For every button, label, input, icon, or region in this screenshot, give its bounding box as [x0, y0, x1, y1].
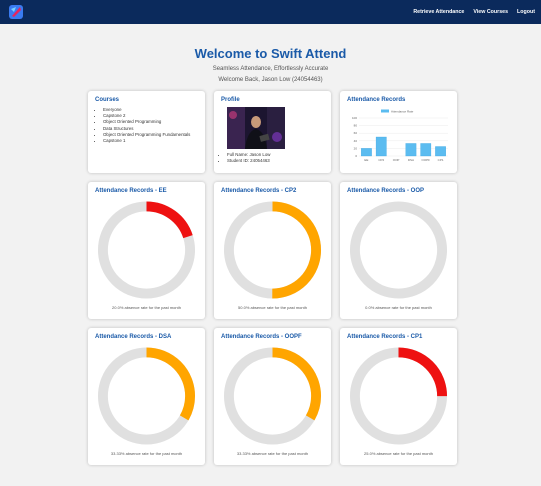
page-subtitle: Seamless Attendance, Effortlessly Accura…: [212, 66, 329, 72]
donut-title: Attendance Records - OOP: [347, 188, 425, 194]
donut-card-dsa: Attendance Records - DSA 33.33% absence …: [88, 328, 205, 465]
x-tick-label: DSA: [408, 158, 414, 162]
x-tick-label: OOPF: [421, 158, 430, 162]
donut-card-oop: Attendance Records - OOP 0.0% absence ra…: [340, 182, 457, 319]
x-tick-label: CP2: [378, 158, 384, 162]
donut-title: Attendance Records - CP1: [347, 334, 423, 340]
donut-chart-cp2: [223, 201, 322, 299]
navbar: Retrieve Attendance View Courses Logout: [0, 0, 541, 24]
donut-caption: 33.33% absence rate for the past month: [110, 451, 183, 456]
dashboard-grid: Courses Everyone Capstone 2 Object Orien…: [88, 91, 457, 465]
swift-attend-logo[interactable]: [8, 4, 24, 20]
donut-title: Attendance Records - CP2: [221, 188, 297, 194]
y-tick-label: 40: [354, 139, 358, 143]
bar-cp2: [375, 136, 387, 157]
x-tick-label: CP1: [438, 158, 444, 162]
x-tick-label: EE: [364, 158, 368, 162]
donut-chart-ee: [97, 201, 196, 299]
donut-caption: 25.0% absence rate for the past month: [364, 451, 433, 456]
page-title: Welcome to Swift Attend: [194, 46, 347, 61]
donut-title: Attendance Records - OOPF: [221, 334, 302, 340]
x-tick-label: OOP: [393, 158, 400, 162]
legend-label: Attendance Rate: [391, 109, 414, 113]
profile-student-id: Student ID: 24054463: [227, 158, 324, 164]
donut-card-ee: Attendance Records - EE 20.0% absence ra…: [88, 182, 205, 319]
profile-photo: [227, 107, 285, 149]
donut-track: [349, 201, 448, 299]
nav-logout[interactable]: Logout: [517, 9, 535, 15]
hero: Welcome to Swift Attend Seamless Attenda…: [0, 46, 541, 83]
donut-caption: 0.0% absence rate for the past month: [365, 305, 432, 310]
bar-dsa: [405, 143, 417, 157]
courses-card: Courses Everyone Capstone 2 Object Orien…: [88, 91, 205, 173]
donut-caption: 50.0% absence rate for the past month: [238, 305, 307, 310]
course-list: Everyone Capstone 2 Object Oriented Prog…: [95, 107, 198, 144]
donut-card-oopf: Attendance Records - OOPF 33.33% absence…: [214, 328, 331, 465]
nav-retrieve-attendance[interactable]: Retrieve Attendance: [413, 9, 464, 15]
welcome-message: Welcome Back, Jason Low (24054463): [218, 77, 323, 83]
y-tick-label: 80: [354, 124, 358, 128]
attendance-bar-chart: Attendance Rate 0 20 40 60 80 100 EE CP2 OOP DSA OO…: [352, 109, 448, 162]
donut-title: Attendance Records - EE: [95, 188, 167, 194]
donut-caption: 33.33% absence rate for the past month: [236, 451, 309, 456]
bar-oopf: [420, 143, 432, 157]
course-item[interactable]: Capstone 1: [103, 138, 198, 144]
donut-card-cp1: Attendance Records - CP1 25.0% absence r…: [340, 328, 457, 465]
profile-title: Profile: [221, 97, 240, 103]
bar-ee: [361, 148, 372, 157]
attendance-records-title: Attendance Records: [347, 97, 406, 103]
nav-view-courses[interactable]: View Courses: [473, 9, 508, 15]
donut-chart-dsa: [97, 347, 196, 445]
donut-chart-cp1: [349, 347, 448, 445]
donut-card-cp2: Attendance Records - CP2 50.0% absence r…: [214, 182, 331, 319]
donut-chart-oopf: [223, 347, 322, 445]
legend-swatch: [381, 109, 389, 113]
y-tick-label: 60: [354, 131, 358, 135]
profile-info: Full Name: Jason Low Student ID: 2405446…: [221, 152, 324, 163]
nav-links: Retrieve Attendance View Courses Logout: [413, 9, 535, 15]
y-tick-label: 20: [354, 146, 358, 150]
profile-card: Profile Full Name: Jason Low Student ID:…: [214, 91, 331, 173]
courses-title: Courses: [95, 97, 120, 103]
donut-title: Attendance Records - DSA: [95, 334, 172, 340]
y-tick-label: 0: [355, 154, 357, 158]
attendance-records-card: Attendance Records Attendance Rate 0 20 40 6…: [340, 91, 457, 173]
donut-caption: 20.0% absence rate for the past month: [112, 305, 181, 310]
donut-chart-oop: [349, 201, 448, 299]
bar-cp1: [435, 146, 446, 157]
y-tick-label: 100: [352, 116, 357, 120]
